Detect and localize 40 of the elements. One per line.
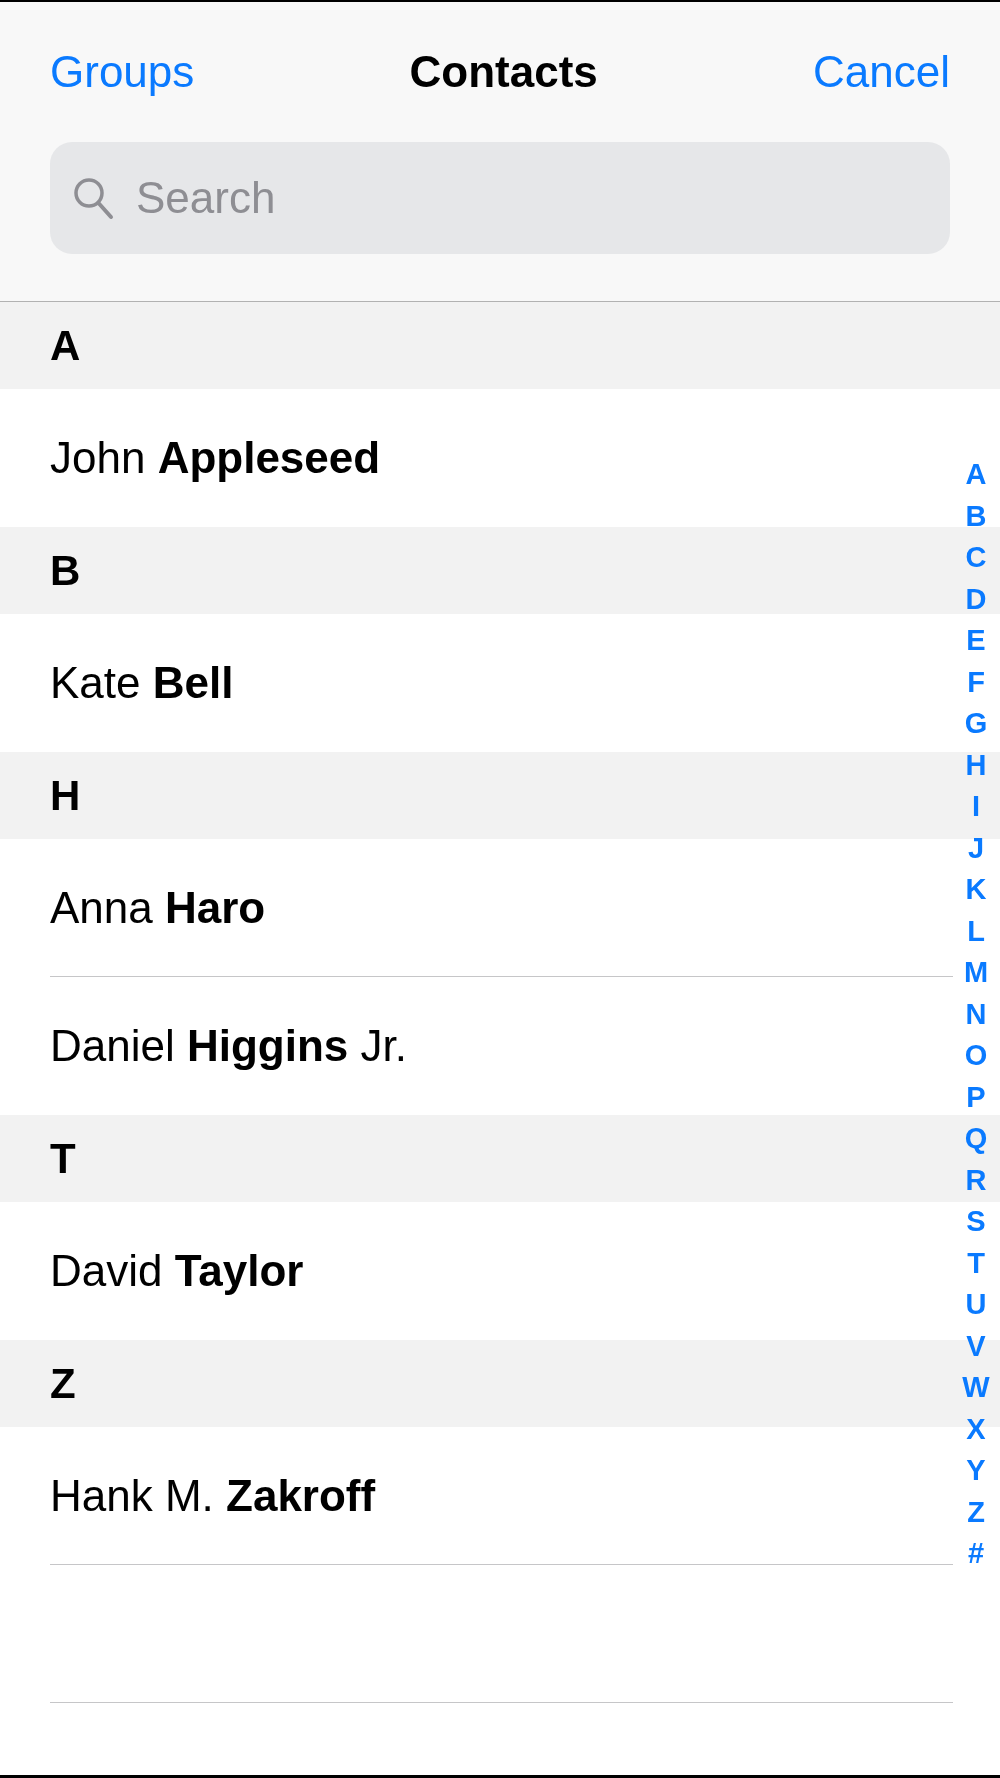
index-letter[interactable]: L [967,910,985,952]
index-letter[interactable]: E [966,620,986,662]
index-letter[interactable]: H [965,744,987,786]
index-letter[interactable]: X [966,1408,986,1450]
contact-name[interactable]: John Appleseed [50,433,381,483]
index-letter[interactable]: Q [964,1118,988,1160]
section-header: A [0,302,1000,389]
index-letter[interactable]: P [966,1076,986,1118]
index-letter[interactable]: D [965,578,987,620]
index-letter[interactable]: T [967,1242,985,1284]
search-field[interactable]: Search [50,142,950,254]
index-letter[interactable]: F [967,661,985,703]
contact-name[interactable]: Hank M. Zakroff [50,1470,376,1521]
index-letter[interactable]: # [967,1533,985,1575]
index-letter[interactable]: U [965,1284,987,1326]
index-letter[interactable]: K [965,869,987,911]
index-letter[interactable]: R [965,1159,987,1201]
index-letter[interactable]: M [963,952,989,994]
cancel-button[interactable]: Cancel [813,47,950,97]
index-letter[interactable]: S [966,1201,986,1243]
index-letter[interactable]: N [965,993,987,1035]
contact-name[interactable]: Daniel Higgins Jr. [50,1021,407,1071]
groups-button[interactable]: Groups [50,47,195,97]
index-letter[interactable]: O [964,1035,988,1077]
search-input[interactable]: Search [134,172,928,224]
index-letter[interactable]: J [967,827,985,869]
index-letter[interactable]: B [965,495,987,537]
index-letter[interactable]: I [971,786,981,828]
index-letter[interactable]: A [965,454,987,496]
index-letter[interactable]: V [966,1325,986,1367]
contact-name[interactable]: Kate Bell [50,658,234,708]
index-letter[interactable]: Y [966,1450,986,1492]
index-letter[interactable]: C [965,537,987,579]
search-icon [72,176,114,220]
index-letter[interactable]: Z [967,1491,985,1533]
nav-title: Contacts [409,47,598,97]
contact-name[interactable]: David Taylor [50,1246,304,1296]
index-letter[interactable]: W [962,1367,990,1409]
contact-name[interactable]: Anna Haro [50,882,266,933]
index-letter[interactable]: G [964,703,988,745]
